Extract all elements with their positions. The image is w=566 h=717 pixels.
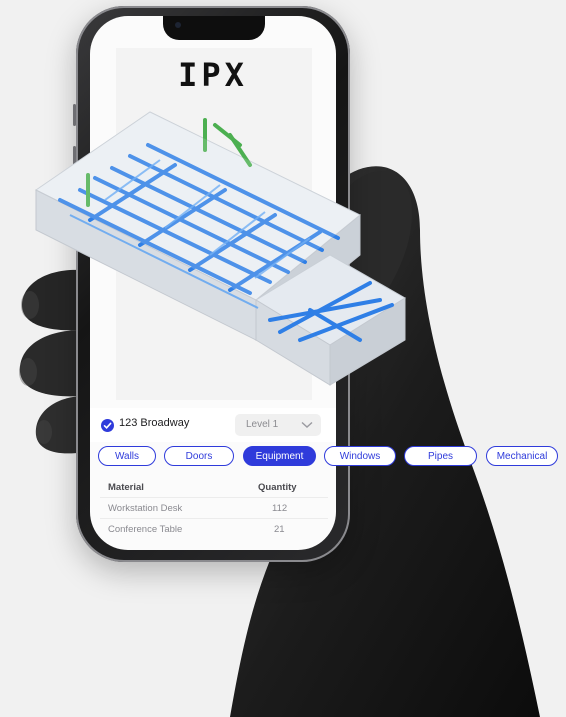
table-header-material: Material — [108, 482, 144, 493]
building-model-3d[interactable] — [0, 0, 566, 717]
tab-walls[interactable]: Walls — [98, 446, 156, 466]
chevron-down-icon — [301, 421, 313, 428]
tab-mechanical[interactable]: Mechanical — [486, 446, 558, 466]
table-row-quantity: 112 — [272, 503, 288, 514]
tab-windows[interactable]: Windows — [324, 446, 396, 466]
tab-pipes[interactable]: Pipes — [404, 446, 477, 466]
camera-icon — [175, 22, 181, 28]
check-circle-icon[interactable] — [101, 419, 114, 432]
level-dropdown-value: Level 1 — [246, 419, 279, 430]
phone-notch — [163, 16, 265, 40]
scene: IPX 123 Broadway Level 1 Walls Doors Equ… — [0, 0, 566, 717]
table-row-material: Workstation Desk — [108, 503, 183, 514]
table-row-material: Conference Table — [108, 524, 183, 535]
project-address: 123 Broadway — [119, 417, 190, 429]
table-row-quantity: 21 — [274, 524, 285, 535]
tab-doors[interactable]: Doors — [164, 446, 234, 466]
table-divider — [100, 497, 328, 498]
table-header-quantity: Quantity — [258, 482, 297, 493]
level-dropdown[interactable]: Level 1 — [235, 414, 321, 436]
tab-equipment[interactable]: Equipment — [243, 446, 316, 466]
table-divider — [100, 518, 328, 519]
